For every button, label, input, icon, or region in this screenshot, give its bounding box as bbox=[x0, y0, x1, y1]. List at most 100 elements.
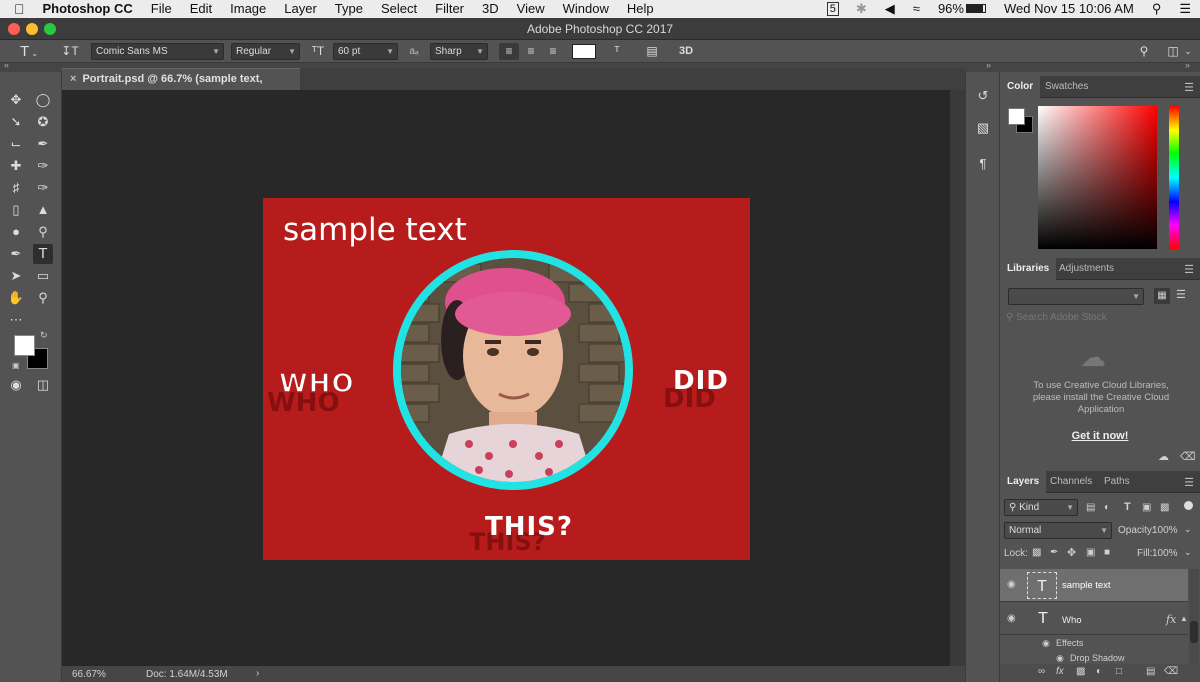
screen-mode-icon[interactable]: ◫ bbox=[33, 375, 53, 395]
filter-type-icon[interactable]: T bbox=[1124, 501, 1131, 513]
text-orientation-icon[interactable]: ↧T bbox=[60, 43, 80, 60]
warp-text-icon[interactable]: ᵀ bbox=[607, 43, 627, 60]
spotlight-icon[interactable]: ⚲ bbox=[1143, 0, 1171, 18]
filter-adjustment-icon[interactable]: ◐ bbox=[1104, 502, 1110, 513]
tab-layers[interactable]: Layers bbox=[1000, 471, 1047, 493]
color-panel-foreground-swatch[interactable] bbox=[1008, 108, 1025, 125]
workspace-icon[interactable]: ◫ bbox=[1165, 43, 1181, 60]
zoom-tool-icon[interactable]: ⚲ bbox=[33, 288, 53, 308]
lock-pixels-icon[interactable]: ✒ bbox=[1050, 547, 1058, 558]
new-layer-icon[interactable]: ▤ bbox=[1146, 666, 1155, 677]
menu-image[interactable]: Image bbox=[221, 0, 275, 18]
layer-name[interactable]: Who bbox=[1062, 615, 1082, 626]
drop-shadow-eye-icon[interactable]: ◉ bbox=[1056, 653, 1064, 664]
default-colors-icon[interactable]: ▣ bbox=[12, 361, 20, 370]
notification-center-icon[interactable]: ☰ bbox=[1170, 0, 1200, 18]
paragraph-styles-icon[interactable]: ¶ bbox=[973, 154, 993, 174]
hand-tool-icon[interactable]: ✋ bbox=[6, 288, 26, 308]
document-canvas[interactable]: sample text WHO WHO DID DID THIS? THIS? bbox=[263, 198, 750, 560]
eraser-tool-icon[interactable]: ▯ bbox=[6, 200, 26, 220]
layers-panel-menu-icon[interactable]: ☰ bbox=[1184, 476, 1194, 489]
new-adjustment-icon[interactable]: ◐ bbox=[1096, 666, 1102, 677]
layer-row-sample-text[interactable]: ◉ T sample text bbox=[1000, 569, 1188, 602]
color-field[interactable] bbox=[1038, 106, 1157, 249]
libraries-trash-icon[interactable]: ⌫ bbox=[1180, 450, 1196, 463]
volume-icon[interactable]: ◀ bbox=[876, 0, 904, 18]
link-layers-icon[interactable]: ∞ bbox=[1038, 666, 1045, 677]
paint-bucket-tool-icon[interactable]: ▲ bbox=[33, 200, 53, 220]
quick-select-tool-icon[interactable]: ✪ bbox=[33, 112, 53, 132]
filter-toggle-icon[interactable] bbox=[1184, 501, 1193, 510]
tool-preset-picker[interactable]: T ⌄ bbox=[14, 43, 44, 60]
menu-select[interactable]: Select bbox=[372, 0, 426, 18]
menu-3d[interactable]: 3D bbox=[473, 0, 508, 18]
list-view-icon[interactable]: ☰ bbox=[1176, 288, 1186, 301]
brush-tool-icon[interactable]: ✑ bbox=[33, 156, 53, 176]
font-style-select[interactable]: Regular ▼ bbox=[231, 43, 300, 60]
font-family-select[interactable]: Comic Sans MS ▼ bbox=[91, 43, 224, 60]
menu-file[interactable]: File bbox=[142, 0, 181, 18]
tab-swatches[interactable]: Swatches bbox=[1038, 76, 1095, 98]
who-text-layer[interactable]: WHO bbox=[278, 368, 355, 400]
visibility-eye-icon[interactable]: ◉ bbox=[1007, 613, 1016, 624]
pen-tool-icon[interactable]: ✒ bbox=[6, 244, 26, 264]
menu-view[interactable]: View bbox=[508, 0, 554, 18]
fill-dropdown-icon[interactable]: ⌄ bbox=[1184, 547, 1192, 558]
libraries-panel-menu-icon[interactable]: ☰ bbox=[1184, 263, 1194, 276]
lock-transparent-icon[interactable]: ▩ bbox=[1032, 547, 1041, 558]
clock[interactable]: Wed Nov 15 10:06 AM bbox=[995, 0, 1143, 18]
tab-paths[interactable]: Paths bbox=[1097, 471, 1137, 493]
tab-color[interactable]: Color bbox=[1000, 76, 1041, 98]
menu-type[interactable]: Type bbox=[326, 0, 372, 18]
foreground-color-swatch[interactable] bbox=[14, 335, 35, 356]
new-group-icon[interactable]: □ bbox=[1116, 666, 1122, 677]
collapse-toolbar-icon[interactable]: « bbox=[4, 60, 9, 70]
history-panel-icon[interactable]: ↺ bbox=[973, 86, 993, 106]
filter-pixel-icon[interactable]: ▤ bbox=[1086, 502, 1095, 513]
3d-button[interactable]: 3D bbox=[675, 43, 697, 60]
status-menu-arrow[interactable]: › bbox=[256, 668, 259, 679]
healing-brush-tool-icon[interactable]: ✚ bbox=[6, 156, 26, 176]
zoom-level[interactable]: 66.67% bbox=[72, 669, 106, 680]
filter-smart-object-icon[interactable]: ▩ bbox=[1160, 502, 1169, 513]
opacity-dropdown-icon[interactable]: ⌄ bbox=[1184, 524, 1192, 535]
layer-name[interactable]: sample text bbox=[1062, 580, 1111, 591]
wifi-icon[interactable]: ≈ bbox=[904, 0, 929, 18]
crop-tool-icon[interactable]: ⌙ bbox=[6, 134, 26, 154]
rectangle-tool-icon[interactable]: ▭ bbox=[33, 266, 53, 286]
effects-row[interactable]: ◉ Effects bbox=[1000, 638, 1188, 651]
align-right-icon[interactable]: ≡ bbox=[543, 43, 563, 60]
document-tab[interactable]: ×Portrait.psd @ 66.7% (sample text, RGB/… bbox=[62, 68, 300, 105]
did-text-layer[interactable]: DID bbox=[673, 366, 729, 396]
marquee-tool-icon[interactable]: ◯ bbox=[33, 90, 53, 110]
portrait-photo[interactable] bbox=[389, 244, 637, 498]
doc-size[interactable]: Doc: 1.64M/4.53M bbox=[146, 669, 228, 680]
cc-sync-icon[interactable]: ☁ bbox=[1158, 450, 1169, 463]
tab-adjustments[interactable]: Adjustments bbox=[1052, 258, 1121, 280]
menu-edit[interactable]: Edit bbox=[181, 0, 221, 18]
blur-tool-icon[interactable]: ● bbox=[6, 222, 26, 242]
lock-all-icon[interactable]: ■ bbox=[1104, 547, 1110, 558]
apple-menu[interactable]:  bbox=[0, 0, 34, 18]
visibility-eye-icon[interactable]: ◉ bbox=[1007, 579, 1016, 590]
layer-fx-icon[interactable]: fx bbox=[1166, 613, 1176, 626]
tab-libraries[interactable]: Libraries bbox=[1000, 258, 1057, 280]
grid-view-icon[interactable]: ▦ bbox=[1154, 288, 1170, 304]
menu-window[interactable]: Window bbox=[554, 0, 618, 18]
collapse-dock-icon[interactable]: » bbox=[986, 60, 991, 70]
layers-scrollbar[interactable] bbox=[1189, 569, 1199, 664]
dodge-tool-icon[interactable]: ⚲ bbox=[33, 222, 53, 242]
vertical-scrollbar[interactable] bbox=[950, 90, 965, 666]
layer-filter-select[interactable]: ⚲ Kind ▼ bbox=[1004, 499, 1078, 516]
character-panel-icon[interactable]: ▤ bbox=[643, 43, 661, 60]
hue-slider[interactable] bbox=[1169, 106, 1179, 249]
collapse-effects-icon[interactable]: ▲ bbox=[1180, 614, 1188, 623]
stock-search-input[interactable]: ⚲ Search Adobe Stock bbox=[1006, 310, 1194, 326]
search-icon[interactable]: ⚲ bbox=[1136, 43, 1152, 60]
workspace-menu-icon[interactable]: ⌄ bbox=[1183, 43, 1193, 60]
align-center-icon[interactable]: ≡ bbox=[521, 43, 541, 60]
adobe-sync-icon[interactable]: 5 bbox=[826, 2, 839, 16]
fill-value[interactable]: 100% bbox=[1152, 548, 1178, 559]
menu-filter[interactable]: Filter bbox=[426, 0, 473, 18]
tab-channels[interactable]: Channels bbox=[1043, 471, 1099, 493]
